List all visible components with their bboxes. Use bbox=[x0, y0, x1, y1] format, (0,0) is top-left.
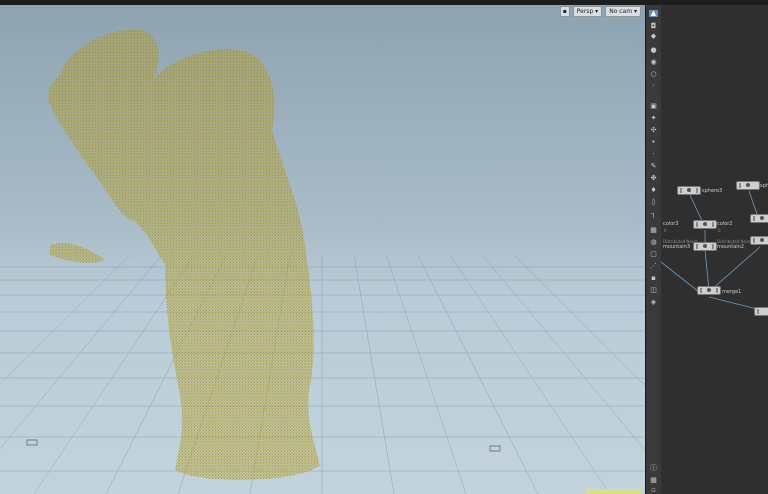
node-sub-color3: 0 bbox=[664, 228, 667, 233]
shade-icon[interactable]: ▪ bbox=[649, 275, 658, 282]
layout-icon[interactable]: ▦ bbox=[649, 477, 658, 484]
camera-select[interactable]: No cam ▾ bbox=[605, 6, 641, 17]
wire-icon[interactable]: ⋰ bbox=[649, 263, 658, 270]
sculpt-icon[interactable]: ✤ bbox=[649, 175, 658, 182]
node-label-color2: color2 bbox=[717, 221, 733, 227]
transform-icon[interactable]: ✣ bbox=[649, 127, 658, 134]
eye-icon[interactable]: ▫ bbox=[649, 487, 658, 494]
viewport-scene bbox=[0, 29, 645, 494]
node-label-color3: color3 bbox=[663, 221, 679, 227]
persp-menu[interactable]: Persp ▾ bbox=[572, 6, 603, 17]
ground-grid bbox=[0, 254, 645, 494]
node-label-mountain3: mountain3 bbox=[663, 244, 691, 250]
node-label-sph: sph bbox=[760, 183, 768, 189]
magnet-icon[interactable]: ◊ bbox=[649, 199, 658, 206]
split-icon[interactable]: ◫ bbox=[649, 287, 658, 294]
handle-icon[interactable]: ◆ bbox=[649, 33, 658, 40]
view-icon[interactable]: ✦ bbox=[649, 115, 658, 122]
lock-icon[interactable]: ▪ bbox=[559, 6, 570, 17]
bone-icon[interactable]: ◈ bbox=[649, 299, 658, 306]
node-sph[interactable] bbox=[736, 181, 760, 190]
viewport-status-bar bbox=[586, 489, 641, 494]
pen-icon[interactable]: ✎ bbox=[649, 163, 658, 170]
info-icon[interactable]: ⓘ bbox=[649, 465, 658, 472]
display-icon[interactable]: ▢ bbox=[649, 251, 658, 258]
camera-label: No cam bbox=[609, 8, 633, 15]
persp-label: Persp bbox=[576, 8, 594, 15]
brush-icon[interactable]: • bbox=[649, 139, 658, 146]
lock-icon[interactable]: ◘ bbox=[649, 23, 658, 30]
node-sphere3[interactable] bbox=[677, 186, 701, 195]
select-icon[interactable]: ▲ bbox=[649, 10, 658, 17]
node-color2[interactable] bbox=[750, 214, 768, 223]
node-color3[interactable] bbox=[693, 220, 717, 229]
node-sub-color2: 0 bbox=[718, 228, 721, 233]
light-icon[interactable]: ◉ bbox=[649, 59, 658, 66]
sphere-icon[interactable]: ● bbox=[649, 47, 658, 54]
scene-viewport[interactable]: ▪ Persp ▾ No cam ▾ bbox=[0, 5, 645, 494]
camera-icon[interactable]: ▣ bbox=[649, 103, 658, 110]
tool-shelf: ▲ ◘ ◆ ● ◉ ○ ◦ ▣ ✦ ✣ • · ✎ ✤ ♦ ◊ ┐ ▦ ◍ ▢ … bbox=[645, 5, 662, 494]
viewport-camera-controls: ▪ Persp ▾ No cam ▾ bbox=[559, 6, 641, 17]
node-network-editor[interactable]: sphere3 sph color3 0 color2 0 Distribute… bbox=[661, 5, 768, 494]
node-label-sphere3: sphere3 bbox=[702, 188, 723, 194]
node-output[interactable] bbox=[754, 307, 768, 316]
point-light-icon[interactable]: ○ bbox=[649, 71, 658, 78]
node-mountain2[interactable] bbox=[750, 236, 768, 245]
node-label-merge1: merge1 bbox=[722, 289, 742, 295]
node-merge1[interactable] bbox=[697, 286, 721, 295]
node-label-mountain2: mountain2 bbox=[717, 244, 745, 250]
paint-icon[interactable]: ♦ bbox=[649, 187, 658, 194]
grid-icon[interactable]: ▦ bbox=[649, 227, 658, 234]
measure-icon[interactable]: ┐ bbox=[649, 211, 658, 218]
dot-icon[interactable]: · bbox=[649, 151, 658, 158]
snap-icon[interactable]: ◍ bbox=[649, 239, 658, 246]
spot-light-icon[interactable]: ◦ bbox=[649, 83, 658, 90]
